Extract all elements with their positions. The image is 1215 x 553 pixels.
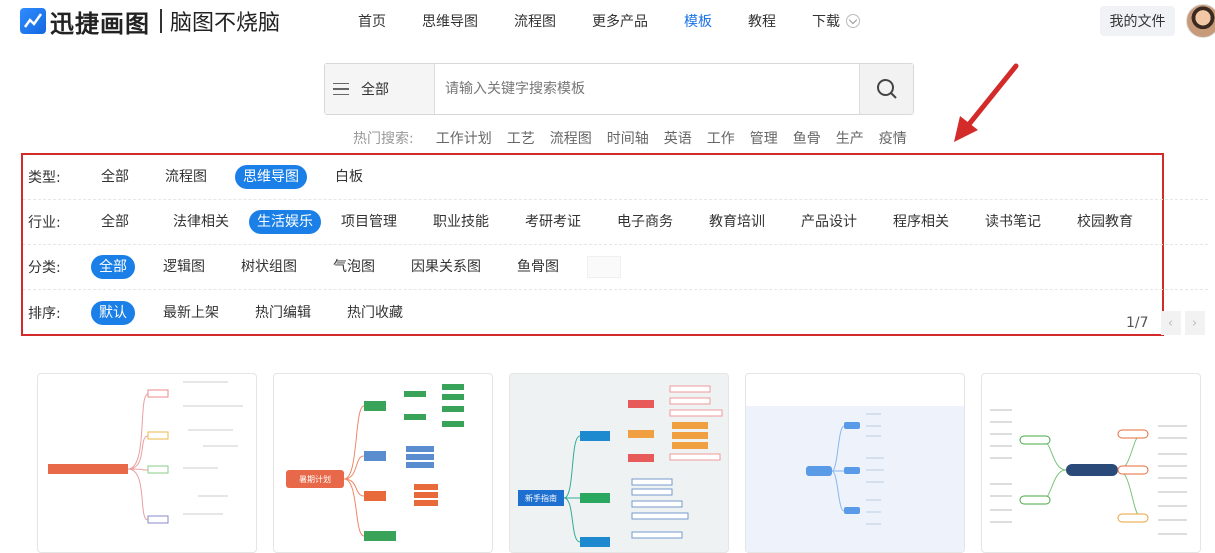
- search-category-select[interactable]: 全部: [325, 64, 435, 114]
- hot-search-label: 热门搜索:: [353, 131, 414, 147]
- template-search-bar: 全部: [324, 63, 914, 115]
- top-header: 迅捷画图 脑图不烧脑 首页 思维导图 流程图 更多产品 模板 教程 下载 我的文…: [0, 0, 1215, 42]
- hot-tag[interactable]: 鱼骨: [793, 128, 821, 148]
- hot-tag[interactable]: 管理: [750, 128, 778, 148]
- chevron-down-icon[interactable]: [846, 14, 860, 28]
- hot-tag[interactable]: 工作计划: [436, 128, 492, 148]
- page-indicator: 1/7: [1126, 315, 1149, 331]
- template-card[interactable]: 暑期计划: [273, 373, 493, 553]
- nav-tutorials[interactable]: 教程: [748, 11, 776, 31]
- filter-option[interactable]: 树状组图: [233, 255, 305, 279]
- mindmap-thumbnail: [990, 409, 1187, 535]
- filter-option-selected[interactable]: 默认: [91, 300, 135, 325]
- search-input[interactable]: [435, 64, 859, 114]
- template-card[interactable]: 新手指南: [509, 373, 729, 553]
- filter-option-selected[interactable]: 生活娱乐: [249, 210, 321, 234]
- filter-option-selected[interactable]: 全部: [91, 255, 135, 279]
- template-card[interactable]: [37, 373, 257, 553]
- card-center-label: 暑期计划: [299, 474, 331, 484]
- search-category-label: 全部: [361, 82, 389, 98]
- logo-divider: [160, 9, 162, 33]
- hot-tag[interactable]: 疫情: [879, 128, 907, 148]
- filter-row-category: 分类: 全部 逻辑图 树状组图 气泡图 因果关系图 鱼骨图: [23, 245, 1208, 290]
- filter-option-selected[interactable]: 思维导图: [235, 165, 307, 189]
- filter-row-sort: 排序: 默认 最新上架 热门编辑 热门收藏: [23, 290, 1208, 335]
- menu-icon: [333, 83, 349, 95]
- hot-tag[interactable]: 英语: [664, 128, 692, 148]
- template-cards: 暑期计划 新手指南: [37, 373, 1201, 553]
- filter-option[interactable]: 全部: [93, 165, 137, 189]
- filter-panel: 类型: 全部 流程图 思维导图 白板 行业: 全部 法律相关 生活娱乐 项目管理…: [21, 153, 1208, 336]
- filter-row-label: 分类:: [28, 260, 61, 276]
- my-files-button[interactable]: 我的文件: [1100, 6, 1175, 36]
- mindmap-thumbnail: 新手指南: [518, 385, 723, 547]
- search-icon: [876, 79, 897, 99]
- mindmap-thumbnail: [806, 413, 884, 525]
- filter-option[interactable]: 流程图: [157, 165, 215, 189]
- filter-row-label: 行业:: [28, 215, 61, 231]
- nav-more-products[interactable]: 更多产品: [592, 11, 648, 31]
- filter-option[interactable]: 气泡图: [325, 255, 383, 279]
- filter-row-industry: 行业: 全部 法律相关 生活娱乐 项目管理 职业技能 考研考证 电子商务 教育培…: [23, 200, 1208, 245]
- filter-option[interactable]: 职业技能: [425, 210, 497, 234]
- filter-option[interactable]: 电子商务: [609, 210, 681, 234]
- prev-page-button[interactable]: ‹: [1160, 311, 1181, 335]
- filter-option[interactable]: 校园教育: [1069, 210, 1141, 234]
- main-nav: 首页 思维导图 流程图 更多产品 模板 教程 下载: [358, 0, 860, 42]
- hot-tag[interactable]: 流程图: [550, 128, 592, 148]
- nav-download[interactable]: 下载: [812, 11, 860, 31]
- filter-option[interactable]: 法律相关: [165, 210, 237, 234]
- brand-name: 迅捷画图: [50, 9, 150, 38]
- template-card[interactable]: [745, 373, 965, 553]
- nav-mindmap[interactable]: 思维导图: [422, 11, 478, 31]
- hot-tag[interactable]: 工艺: [507, 128, 535, 148]
- nav-flowchart[interactable]: 流程图: [514, 11, 556, 31]
- filter-option[interactable]: 白板: [327, 165, 371, 189]
- nav-templates[interactable]: 模板: [684, 11, 712, 31]
- filter-option[interactable]: 教育培训: [701, 210, 773, 234]
- filter-option[interactable]: 逻辑图: [155, 255, 213, 279]
- filter-option[interactable]: 鱼骨图: [509, 255, 567, 279]
- filter-option[interactable]: 项目管理: [333, 210, 405, 234]
- filter-option[interactable]: 读书笔记: [977, 210, 1049, 234]
- mindmap-thumbnail: [48, 381, 243, 524]
- filter-row-label: 类型:: [28, 170, 61, 186]
- filter-option[interactable]: 考研考证: [517, 210, 589, 234]
- hot-tag[interactable]: 生产: [836, 128, 864, 148]
- filter-option[interactable]: 热门编辑: [247, 301, 319, 325]
- filter-option[interactable]: 因果关系图: [403, 255, 489, 279]
- card-center-label: 新手指南: [525, 493, 557, 503]
- filter-row-type: 类型: 全部 流程图 思维导图 白板: [23, 155, 1208, 200]
- nav-home[interactable]: 首页: [358, 11, 386, 31]
- filter-option[interactable]: 最新上架: [155, 301, 227, 325]
- next-page-button[interactable]: ›: [1184, 311, 1205, 335]
- pagination: 1/7 ‹ ›: [1126, 311, 1205, 335]
- hot-search: 热门搜索: 工作计划 工艺 流程图 时间轴 英语 工作 管理 鱼骨 生产 疫情: [353, 128, 922, 148]
- user-avatar[interactable]: [1186, 4, 1215, 38]
- obscured-option: [587, 256, 621, 278]
- filter-option[interactable]: 产品设计: [793, 210, 865, 234]
- filter-option[interactable]: 程序相关: [885, 210, 957, 234]
- nav-download-label[interactable]: 下载: [812, 11, 840, 31]
- mindmap-thumbnail: 暑期计划: [286, 384, 464, 541]
- filter-option[interactable]: 全部: [93, 210, 137, 234]
- red-annotation-arrow-icon: [954, 63, 1019, 142]
- search-button[interactable]: [859, 64, 913, 114]
- template-card[interactable]: [981, 373, 1201, 553]
- hot-tag[interactable]: 时间轴: [607, 128, 649, 148]
- brand-slogan: 脑图不烧脑: [170, 11, 281, 36]
- hot-tag[interactable]: 工作: [707, 128, 735, 148]
- filter-row-label: 排序:: [28, 305, 61, 322]
- logo-mark-icon: [20, 8, 46, 34]
- filter-option[interactable]: 热门收藏: [339, 301, 411, 325]
- brand-logo[interactable]: 迅捷画图 脑图不烧脑: [20, 6, 281, 38]
